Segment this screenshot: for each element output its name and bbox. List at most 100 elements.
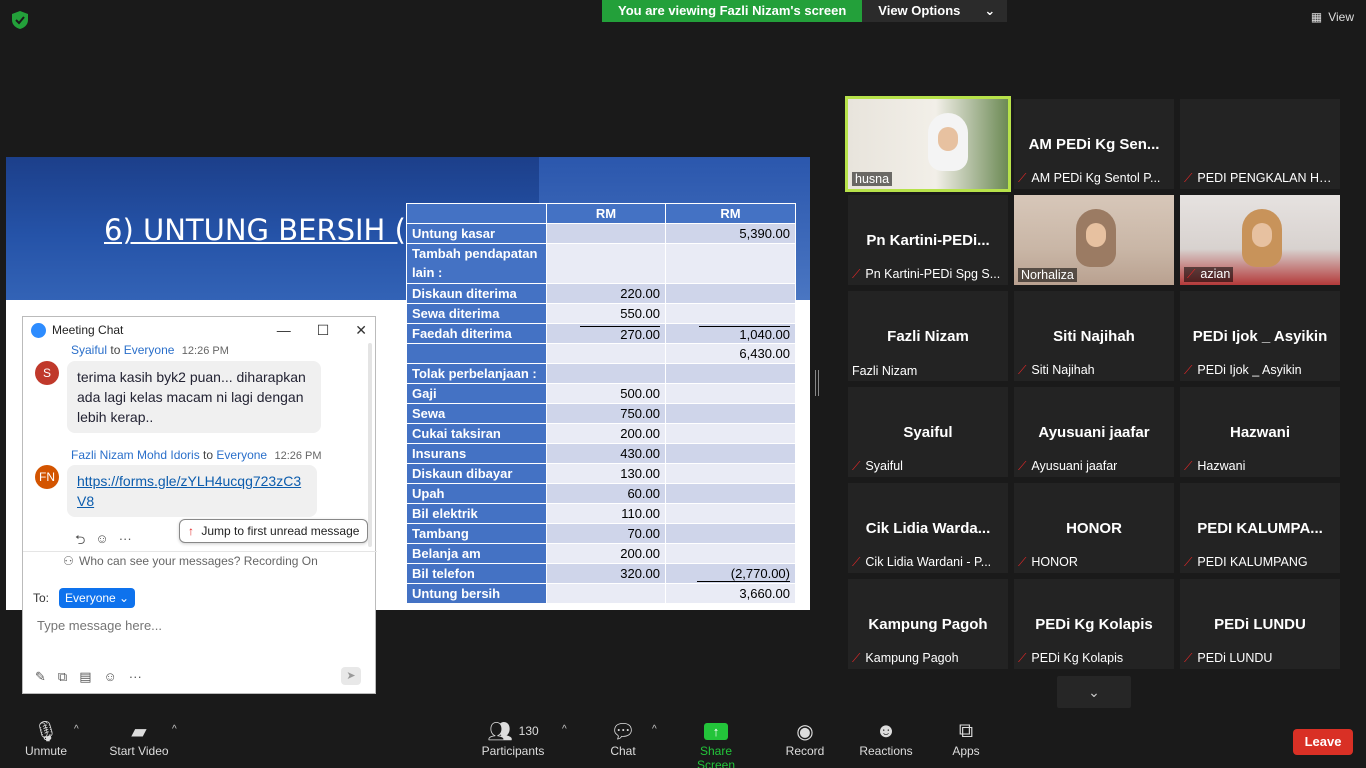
- participant-tile[interactable]: Fazli Nizam Fazli Nizam: [848, 291, 1008, 381]
- next-page-button[interactable]: ⌄: [1057, 676, 1131, 708]
- participant-tile[interactable]: Syaiful ⟋ Syaiful: [848, 387, 1008, 477]
- format-icon[interactable]: ✎: [35, 669, 46, 685]
- participant-name: azian: [1200, 267, 1231, 281]
- file-icon[interactable]: ▤: [79, 669, 91, 685]
- reactions-button[interactable]: ☻ Reactions: [858, 718, 914, 759]
- participant-tile[interactable]: Cik Lidia Warda... ⟋ Cik Lidia Wardani - P…: [848, 483, 1008, 573]
- participant-label: husna: [852, 172, 893, 186]
- participant-label: ⟋ Ayusuani jaafar: [1018, 459, 1117, 474]
- participant-tile[interactable]: PEDI KALUMPA... ⟋ PEDI KALUMPANG: [1180, 483, 1340, 573]
- table-cell: 130.00: [546, 463, 666, 484]
- sender-name[interactable]: Fazli Nizam Mohd Idoris: [71, 448, 200, 462]
- participant-tile[interactable]: PEDi Ijok _ Asyikin ⟋ PEDi Ijok _ Asyikin: [1180, 291, 1340, 381]
- table-cell: [546, 223, 666, 244]
- participant-tile[interactable]: ⟋ PEDI PENGKALAN HU...: [1180, 99, 1340, 189]
- participant-name-large: Fazli Nizam: [887, 328, 969, 345]
- message-time: 12:26 PM: [181, 345, 229, 357]
- participant-tile[interactable]: PEDi Kg Kolapis ⟋ PEDi Kg Kolapis: [1014, 579, 1174, 669]
- viewing-label: You are viewing Fazli Nizam's screen: [602, 0, 863, 22]
- participant-tile[interactable]: Pn Kartini-PEDi... ⟋ Pn Kartini-PEDi Spg S…: [848, 195, 1008, 285]
- table-cell: 750.00: [546, 403, 666, 424]
- apps-button[interactable]: ⧉ Apps: [948, 718, 984, 759]
- participant-name-large: PEDi Ijok _ Asyikin: [1192, 328, 1328, 345]
- send-button[interactable]: ➤: [341, 667, 361, 685]
- participant-tile[interactable]: HONOR ⟋ HONOR: [1014, 483, 1174, 573]
- security-shield-icon[interactable]: [12, 11, 28, 29]
- participant-name-large: PEDi LUNDU: [1214, 616, 1306, 633]
- table-row: Tolak perbelanjaan :: [406, 363, 796, 384]
- table-cell: 430.00: [546, 443, 666, 464]
- participants-button[interactable]: 👥︎ 130 Participants: [480, 718, 546, 759]
- recipient: Everyone: [216, 448, 268, 462]
- muted-mic-icon: ⟋: [1184, 363, 1193, 377]
- muted-mic-icon: ⟋: [1184, 555, 1193, 569]
- participant-label: ⟋ HONOR: [1018, 555, 1078, 570]
- form-link[interactable]: https://forms.gle/zYLH4ucqg723zC3V8: [77, 473, 301, 509]
- participant-tile[interactable]: Norhaliza: [1014, 195, 1174, 285]
- recipient-dropdown[interactable]: Everyone ⌄: [59, 588, 136, 608]
- leave-button[interactable]: Leave: [1293, 729, 1353, 755]
- emoji-icon[interactable]: ☺: [95, 531, 108, 553]
- more-icon[interactable]: ···: [119, 531, 132, 553]
- chat-caret[interactable]: ^: [652, 724, 657, 735]
- table-cell: [665, 303, 796, 324]
- table-cell: Belanja am: [406, 543, 547, 564]
- table-cell: [665, 403, 796, 424]
- more-icon[interactable]: ···: [129, 669, 142, 685]
- video-off-icon: ▰: [131, 720, 147, 743]
- participant-tile[interactable]: Ayusuani jaafar ⟋ Ayusuani jaafar: [1014, 387, 1174, 477]
- jump-to-unread-button[interactable]: ↑ Jump to first unread message: [179, 519, 369, 543]
- view-button[interactable]: ▦ View: [1311, 10, 1354, 24]
- chat-scrollbar[interactable]: [368, 343, 372, 547]
- table-row: Diskaun dibayar 130.00: [406, 463, 796, 484]
- participant-tile[interactable]: Hazwani ⟋ Hazwani: [1180, 387, 1340, 477]
- table-cell: Sewa diterima: [406, 303, 547, 324]
- table-cell: [665, 423, 796, 444]
- participant-tile[interactable]: Kampung Pagoh ⟋ Kampung Pagoh: [848, 579, 1008, 669]
- share-screen-button[interactable]: ↑ Share Screen: [680, 718, 752, 768]
- screenshot-icon[interactable]: ⧉: [58, 669, 67, 685]
- table-row: Untung kasar 5,390.00: [406, 223, 796, 244]
- participant-tile[interactable]: husna: [845, 96, 1011, 192]
- minimize-icon[interactable]: —: [277, 322, 291, 339]
- participant-label: ⟋ azian: [1184, 267, 1234, 282]
- start-video-button[interactable]: ▰ Start Video: [106, 718, 172, 759]
- table-cell: [665, 243, 796, 284]
- unmute-button[interactable]: 🎙︎ Unmute: [22, 718, 70, 759]
- participant-face: [928, 113, 968, 171]
- sender-name[interactable]: Syaiful: [71, 343, 107, 357]
- chat-titlebar[interactable]: Meeting Chat — ☐ ✕: [23, 317, 375, 343]
- participant-tile[interactable]: PEDi LUNDU ⟋ PEDi LUNDU: [1180, 579, 1340, 669]
- maximize-icon[interactable]: ☐: [317, 322, 330, 339]
- record-button[interactable]: ◉ Record: [784, 718, 826, 759]
- message-input[interactable]: [37, 618, 357, 633]
- table-cell: [665, 363, 796, 384]
- split-divider[interactable]: [815, 370, 819, 396]
- who-can-see-link[interactable]: ⚇ Who can see your messages? Recording O…: [23, 551, 377, 570]
- close-icon[interactable]: ✕: [355, 322, 367, 339]
- participants-caret[interactable]: ^: [562, 724, 567, 735]
- emoji-icon[interactable]: ☺: [104, 669, 117, 685]
- table-cell: Insurans: [406, 443, 547, 464]
- message-time: 12:26 PM: [274, 450, 322, 462]
- participant-tile[interactable]: Siti Najihah ⟋ Siti Najihah: [1014, 291, 1174, 381]
- meeting-chat-window[interactable]: Meeting Chat — ☐ ✕ Syaiful to Everyone 1…: [22, 316, 377, 694]
- participant-tile[interactable]: AM PEDi Kg Sen... ⟋ AM PEDi Kg Sentol P...: [1014, 99, 1174, 189]
- reply-icon[interactable]: ⮌: [75, 531, 85, 553]
- meeting-toolbar: 🎙︎ Unmute ^ ▰ Start Video ^ 👥︎ 130 Partic…: [0, 712, 1366, 768]
- video-options-caret[interactable]: ^: [172, 724, 177, 735]
- muted-mic-icon: ⟋: [852, 555, 861, 569]
- table-cell: 5,390.00: [665, 223, 796, 244]
- table-row: Tambang 70.00: [406, 523, 796, 544]
- table-cell: [665, 283, 796, 304]
- participant-tile[interactable]: ⟋ azian: [1180, 195, 1340, 285]
- audio-options-caret[interactable]: ^: [74, 724, 79, 735]
- table-cell: [665, 523, 796, 544]
- table-cell: 3,660.00: [665, 583, 796, 604]
- message-bubble[interactable]: https://forms.gle/zYLH4ucqg723zC3V8: [67, 465, 317, 517]
- chevron-down-icon: ⌄: [984, 3, 996, 18]
- chat-button[interactable]: 💬︎ Chat: [604, 718, 642, 759]
- message-bubble[interactable]: terima kasih byk2 puan... diharapkan ada…: [67, 361, 321, 433]
- view-options-button[interactable]: View Options ⌄: [862, 0, 1008, 22]
- muted-mic-icon: ⟋: [1018, 171, 1027, 185]
